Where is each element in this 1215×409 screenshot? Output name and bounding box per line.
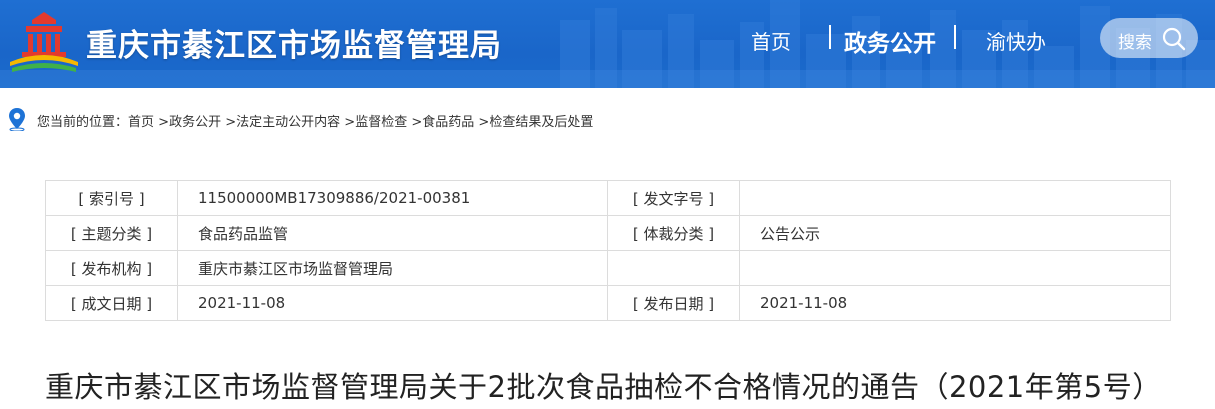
search-button[interactable]: 搜索	[1100, 18, 1198, 58]
breadcrumb-separator: >	[411, 115, 423, 130]
meta-key-publish-date: [ 发布日期 ]	[607, 285, 740, 321]
nav-home[interactable]: 首页	[751, 26, 791, 55]
document-meta-table: [ 索引号 ] 11500000MB17309886/2021-00381 [ …	[45, 180, 1171, 321]
meta-value-document-number	[739, 180, 1171, 216]
search-icon	[1162, 27, 1186, 51]
table-row: [ 发布机构 ] 重庆市綦江区市场监督管理局	[45, 250, 1171, 286]
location-pin-icon	[9, 108, 25, 131]
nav-yukuaiban[interactable]: 渝快办	[986, 26, 1046, 55]
article-title: 重庆市綦江区市场监督管理局关于2批次食品抽检不合格情况的通告（2021年第5号）	[45, 370, 1162, 404]
site-title: 重庆市綦江区市场监督管理局	[86, 28, 502, 64]
breadcrumb: 您当前的位置：首页 >政务公开 >法定主动公开内容 >监督检查 >食品药品 >检…	[0, 104, 1215, 132]
meta-key-publisher: [ 发布机构 ]	[45, 250, 178, 286]
meta-value-publisher: 重庆市綦江区市场监督管理局	[177, 250, 608, 286]
nav-government-affairs[interactable]: 政务公开	[844, 24, 936, 58]
breadcrumb-item-supervision-inspection[interactable]: 监督检查	[355, 115, 407, 130]
breadcrumb-item-home[interactable]: 首页	[128, 115, 154, 130]
table-row: [ 索引号 ] 11500000MB17309886/2021-00381 [ …	[45, 180, 1171, 216]
breadcrumb-item-food-drugs[interactable]: 食品药品	[422, 115, 474, 130]
breadcrumb-prefix: 您当前的位置：	[37, 115, 129, 130]
breadcrumb-item-government-affairs[interactable]: 政务公开	[169, 115, 221, 130]
table-row: [ 主题分类 ] 食品药品监管 [ 体裁分类 ] 公告公示	[45, 215, 1171, 251]
breadcrumb-separator: >	[225, 115, 237, 130]
search-label: 搜索	[1118, 33, 1152, 53]
meta-key-genre: [ 体裁分类 ]	[607, 215, 740, 251]
meta-key-empty	[607, 250, 740, 286]
meta-key-written-date: [ 成文日期 ]	[45, 285, 178, 321]
logo-emblem-icon	[10, 12, 78, 72]
breadcrumb-separator: >	[158, 115, 170, 130]
meta-value-publish-date: 2021-11-08	[739, 285, 1171, 321]
meta-value-topic: 食品药品监管	[177, 215, 608, 251]
meta-key-topic: [ 主题分类 ]	[45, 215, 178, 251]
meta-value-genre: 公告公示	[739, 215, 1171, 251]
meta-value-empty	[739, 250, 1171, 286]
site-header: 重庆市綦江区市场监督管理局 首页 政务公开 渝快办 搜索	[0, 0, 1215, 88]
nav-divider	[829, 25, 831, 49]
meta-value-index-number: 11500000MB17309886/2021-00381	[177, 180, 608, 216]
breadcrumb-item-statutory-disclosure[interactable]: 法定主动公开内容	[236, 115, 340, 130]
breadcrumb-separator: >	[478, 115, 490, 130]
nav-divider	[954, 25, 956, 49]
breadcrumb-item-inspection-results[interactable]: 检查结果及后处置	[489, 115, 593, 130]
meta-value-written-date: 2021-11-08	[177, 285, 608, 321]
meta-key-document-number: [ 发文字号 ]	[607, 180, 740, 216]
breadcrumb-separator: >	[344, 115, 356, 130]
meta-key-index-number: [ 索引号 ]	[45, 180, 178, 216]
table-row: [ 成文日期 ] 2021-11-08 [ 发布日期 ] 2021-11-08	[45, 285, 1171, 321]
